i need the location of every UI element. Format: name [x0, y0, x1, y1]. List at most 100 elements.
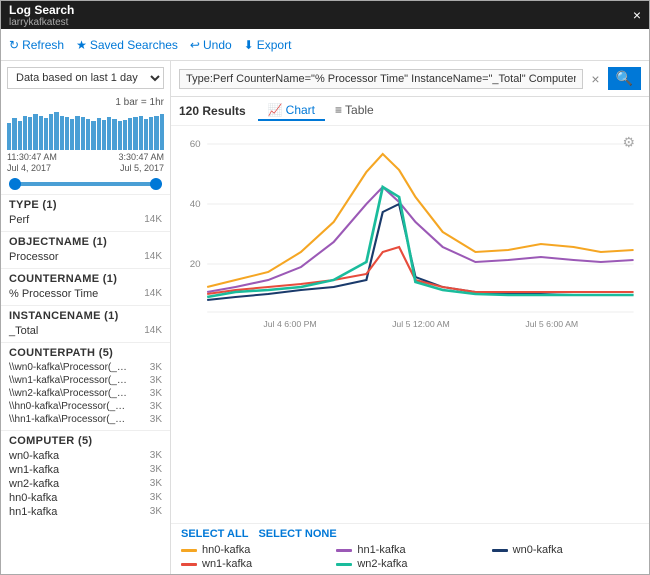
facet-computer-item[interactable]: wn1-kafka3K — [9, 463, 162, 477]
facet-computer-label: wn2-kafka — [9, 478, 59, 490]
refresh-button[interactable]: ↻ Refresh — [9, 38, 64, 52]
facet-instancename: INSTANCENAME (1) _Total 14K — [1, 305, 170, 342]
facet-counterpath-count: 3K — [150, 388, 162, 399]
legend-label: hn1-kafka — [357, 544, 405, 556]
histogram-bar — [44, 118, 48, 150]
svg-text:Jul 4 6:00 PM: Jul 4 6:00 PM — [263, 319, 316, 329]
facet-computer-label: hn0-kafka — [9, 492, 57, 504]
tab-chart[interactable]: 📈 Chart — [258, 101, 325, 121]
search-clear-button[interactable]: × — [587, 71, 603, 87]
facet-instancename-item[interactable]: _Total 14K — [9, 324, 162, 338]
facet-countername-label: % Processor Time — [9, 288, 98, 300]
facet-computer-count: 3K — [150, 492, 162, 503]
left-panel: Data based on last 1 day 1 bar = 1hr 11:… — [1, 61, 171, 574]
title-bar: Log Search larrykafkatest × — [1, 1, 649, 29]
legend-color-dot — [181, 549, 197, 552]
facet-counterpath-item[interactable]: \\hn1-kafka\Processor(_Total)\% Processo… — [9, 413, 162, 426]
svg-text:Jul 5 6:00 AM: Jul 5 6:00 AM — [525, 319, 578, 329]
histogram-bar — [49, 114, 53, 150]
legend-item[interactable]: wn2-kafka — [336, 558, 483, 570]
slider-thumb-right[interactable] — [150, 178, 162, 190]
saved-searches-icon: ★ — [76, 38, 87, 52]
select-none-button[interactable]: SELECT NONE — [258, 528, 336, 540]
facet-computer-header: COMPUTER (5) — [9, 435, 162, 447]
legend-label: wn1-kafka — [202, 558, 252, 570]
tab-table[interactable]: ≡ Table — [325, 101, 384, 121]
legend-item[interactable]: hn1-kafka — [336, 544, 483, 556]
title-bar-left: Log Search larrykafkatest — [9, 3, 74, 28]
facet-type-perf[interactable]: Perf 14K — [9, 213, 162, 227]
time-range-filter[interactable]: Data based on last 1 day — [7, 67, 164, 89]
histogram-bar — [60, 116, 64, 150]
facet-counterpath-item[interactable]: \\wn2-kafka\Processor(_Total)\% Processo… — [9, 387, 162, 400]
select-all-button[interactable]: SELECT ALL — [181, 528, 248, 540]
facet-objectname-processor[interactable]: Processor 14K — [9, 250, 162, 264]
facet-countername-item[interactable]: % Processor Time 14K — [9, 287, 162, 301]
histogram-bar — [23, 116, 27, 150]
histogram-bar — [12, 118, 16, 150]
facet-computer-label: wn0-kafka — [9, 450, 59, 462]
facet-computer-count: 3K — [150, 450, 162, 461]
facet-counterpath-item[interactable]: \\wn1-kafka\Processor(_Total)\% Processo… — [9, 374, 162, 387]
facet-countername: COUNTERNAME (1) % Processor Time 14K — [1, 268, 170, 305]
histogram-bar — [154, 116, 158, 150]
svg-text:60: 60 — [190, 138, 201, 149]
facet-countername-count: 14K — [144, 288, 162, 299]
legend-color-dot — [336, 549, 352, 552]
close-button[interactable]: × — [633, 7, 641, 23]
slider-track[interactable] — [9, 182, 162, 186]
svg-text:Jul 5 12:00 AM: Jul 5 12:00 AM — [392, 319, 450, 329]
facet-counterpath: COUNTERPATH (5) \\wn0-kafka\Processor(_T… — [1, 342, 170, 430]
results-count: 120 Results — [179, 104, 246, 118]
undo-button[interactable]: ↩ Undo — [190, 38, 232, 52]
histogram-bar — [149, 117, 153, 150]
facet-computer-label: hn1-kafka — [9, 506, 57, 518]
window-title: Log Search — [9, 3, 74, 17]
histogram-bar — [70, 119, 74, 150]
facet-counterpath-item[interactable]: \\wn0-kafka\Processor(_Total)\% Processo… — [9, 361, 162, 374]
facet-objectname: OBJECTNAME (1) Processor 14K — [1, 231, 170, 268]
main-window: Log Search larrykafkatest × ↻ Refresh ★ … — [0, 0, 650, 575]
svg-text:20: 20 — [190, 258, 201, 269]
histogram-bar — [91, 121, 95, 150]
facet-counterpath-label: \\wn2-kafka\Processor(_Total)\% Processo… — [9, 388, 129, 399]
facet-objectname-processor-count: 14K — [144, 251, 162, 262]
facet-computer-item[interactable]: wn0-kafka 3K — [9, 449, 162, 463]
facet-computer-item[interactable]: hn1-kafka3K — [9, 505, 162, 519]
legend-item[interactable]: hn0-kafka — [181, 544, 328, 556]
facet-counterpath-item[interactable]: \\hn0-kafka\Processor(_Total)\% Processo… — [9, 400, 162, 413]
histogram-bar — [33, 114, 37, 150]
facet-objectname-processor-label: Processor — [9, 251, 59, 263]
settings-icon[interactable]: ⚙ — [622, 134, 635, 151]
legend-item[interactable]: wn0-kafka — [492, 544, 639, 556]
legend-label: wn0-kafka — [513, 544, 563, 556]
facet-instancename-header: INSTANCENAME (1) — [9, 310, 162, 322]
legend-area: SELECT ALL SELECT NONE hn0-kafka hn1-kafk… — [171, 523, 649, 574]
bar-label: 1 bar = 1hr — [7, 97, 164, 108]
histogram-bar — [107, 117, 111, 150]
legend-color-dot — [181, 563, 197, 566]
histogram-bar — [128, 118, 132, 150]
facet-counterpath-label: \\wn1-kafka\Processor(_Total)\% Processo… — [9, 375, 129, 386]
search-go-button[interactable]: 🔍 — [608, 67, 641, 90]
facet-counterpath-label: \\wn0-kafka\Processor(_Total)\% Processo… — [9, 362, 129, 373]
histogram-bar — [160, 114, 164, 150]
undo-label: Undo — [203, 38, 232, 52]
refresh-label: Refresh — [22, 38, 64, 52]
time-range-select[interactable]: Data based on last 1 day — [7, 67, 164, 89]
table-icon: ≡ — [335, 103, 342, 117]
export-button[interactable]: ⬇ Export — [244, 38, 292, 52]
legend-item[interactable]: wn1-kafka — [181, 558, 328, 570]
legend-label: wn2-kafka — [357, 558, 407, 570]
histogram-bar — [75, 116, 79, 150]
search-input[interactable] — [179, 69, 583, 89]
histogram-area: 1 bar = 1hr 11:30:47 AMJul 4, 2017 3:30:… — [1, 95, 170, 174]
slider-fill — [9, 182, 162, 186]
facet-computer-item[interactable]: wn2-kafka3K — [9, 477, 162, 491]
facet-counterpath-label: \\hn1-kafka\Processor(_Total)\% Processo… — [9, 414, 129, 425]
search-bar: × 🔍 — [171, 61, 649, 97]
facet-computer-item[interactable]: hn0-kafka 3K — [9, 491, 162, 505]
saved-searches-button[interactable]: ★ Saved Searches — [76, 38, 178, 52]
slider-area[interactable] — [1, 174, 170, 194]
slider-thumb-left[interactable] — [9, 178, 21, 190]
